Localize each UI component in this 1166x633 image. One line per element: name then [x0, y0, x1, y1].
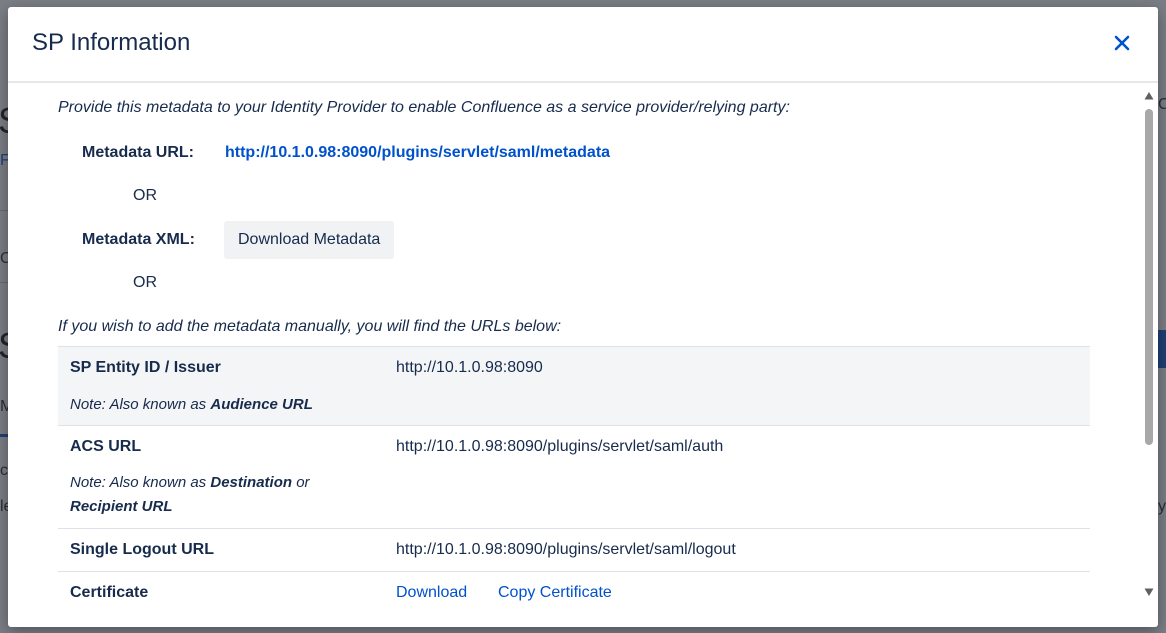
note-text: Note: Also known as: [70, 474, 211, 491]
triangle-down-icon[interactable]: [1144, 587, 1154, 597]
metadata-xml-label: Metadata XML:: [82, 231, 195, 248]
table-row-acs-url: ACS URL http://10.1.0.98:8090/plugins/se…: [58, 425, 1090, 528]
note-text: Note: Also known as: [70, 396, 211, 413]
row-note: Note: Also known as Destination or Recip…: [70, 471, 360, 519]
dialog-title: SP Information: [32, 29, 191, 56]
background-text: y: [1158, 498, 1166, 515]
table-row-single-logout-url: Single Logout URL http://10.1.0.98:8090/…: [58, 528, 1090, 571]
scrollbar-thumb[interactable]: [1145, 109, 1153, 445]
row-value: http://10.1.0.98:8090/plugins/servlet/sa…: [396, 438, 724, 455]
row-label: ACS URL: [70, 438, 142, 455]
table-row-certificate: Certificate Download Copy Certificate: [58, 571, 1090, 627]
row-note: Note: Also known as Audience URL: [70, 393, 360, 417]
table-row-entity-id: SP Entity ID / Issuer http://10.1.0.98:8…: [58, 346, 1090, 425]
or-separator: OR: [133, 187, 157, 204]
note-emphasis: Recipient URL: [70, 498, 173, 515]
intro-text: Provide this metadata to your Identity P…: [58, 99, 790, 116]
download-certificate-link[interactable]: Download: [396, 584, 467, 602]
row-value: http://10.1.0.98:8090/plugins/servlet/sa…: [396, 541, 736, 558]
copy-certificate-link[interactable]: Copy Certificate: [498, 584, 612, 602]
background-underline: [0, 434, 8, 437]
note-emphasis: Audience URL: [210, 396, 313, 413]
triangle-up-icon[interactable]: [1144, 91, 1154, 101]
row-label: Single Logout URL: [70, 541, 214, 558]
close-button[interactable]: [1108, 29, 1136, 57]
background-text: Co: [1158, 96, 1166, 113]
dialog-header: SP Information: [8, 7, 1158, 83]
row-value: http://10.1.0.98:8090: [396, 359, 543, 376]
note-text: or: [292, 474, 310, 491]
background-divider: [0, 282, 8, 283]
manual-metadata-text: If you wish to add the metadata manually…: [58, 318, 562, 335]
sp-information-dialog: SP Information Provide this metadata to …: [8, 7, 1158, 627]
metadata-url-label: Metadata URL:: [82, 144, 195, 161]
background-divider: [0, 210, 8, 211]
dialog-body: Provide this metadata to your Identity P…: [8, 85, 1158, 627]
metadata-url-link[interactable]: http://10.1.0.98:8090/plugins/servlet/sa…: [225, 144, 610, 162]
row-label: Certificate: [70, 584, 149, 601]
background-button: [1158, 330, 1166, 368]
note-emphasis: Destination: [210, 474, 293, 491]
download-metadata-button[interactable]: Download Metadata: [224, 221, 395, 259]
vertical-scrollbar[interactable]: [1140, 85, 1158, 627]
close-icon: [1114, 35, 1130, 51]
row-label: SP Entity ID / Issuer: [70, 359, 221, 376]
or-separator: OR: [133, 274, 157, 291]
